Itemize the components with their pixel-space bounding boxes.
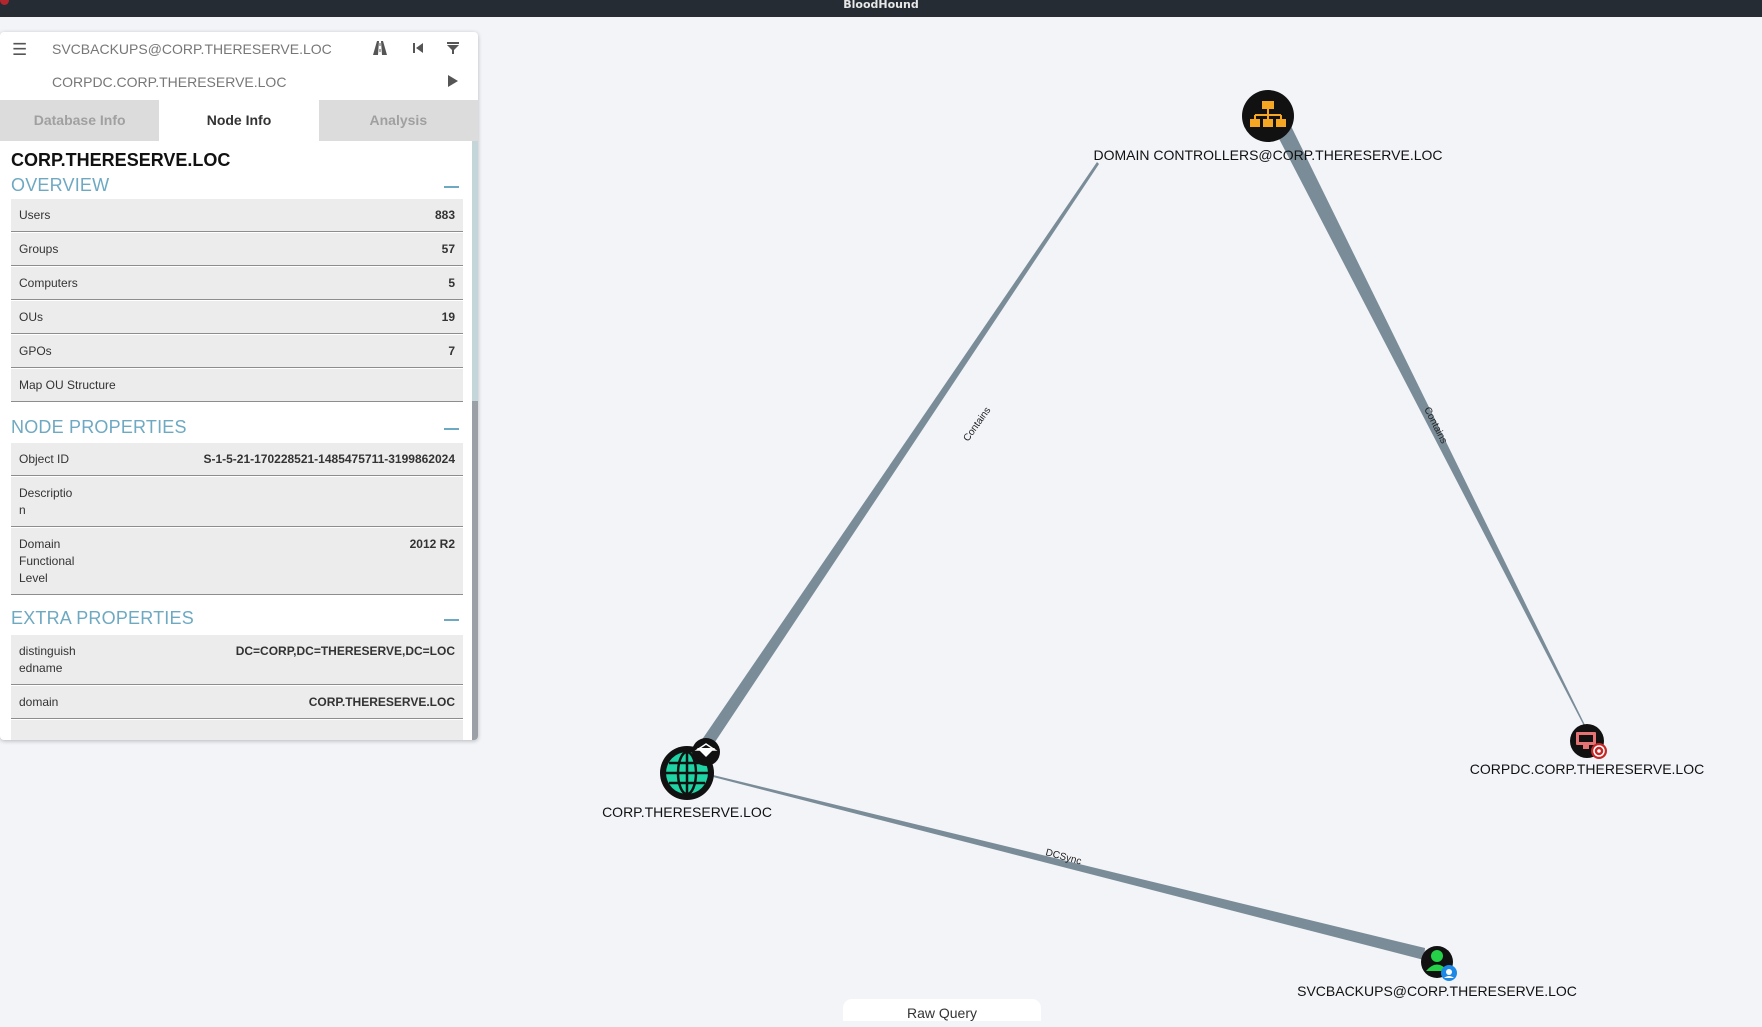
owned-user-badge-icon — [1441, 965, 1457, 981]
overview-row-ous: OUs 19 — [11, 301, 463, 334]
node-info-content[interactable]: CORP.THERESERVE.LOC OVERVIEW Users 883 G… — [0, 141, 472, 740]
extra-properties-collapse-icon[interactable] — [444, 619, 459, 621]
overview-collapse-icon[interactable] — [444, 186, 459, 188]
edge-label-contains-1: Contains — [961, 405, 993, 444]
node-properties-collapse-icon[interactable] — [444, 428, 459, 430]
overview-row-groups: Groups 57 — [11, 233, 463, 266]
back-icon[interactable] — [408, 38, 428, 58]
panel-tabs: Database Info Node Info Analysis — [0, 100, 478, 141]
node-domain[interactable]: CORP.THERESERVE.LOC — [602, 738, 772, 820]
search-and-info-panel: ☰ SVCBACKUPS@CORP.THERESERVE.LOC CORPDC.… — [0, 32, 478, 740]
node-corpdc[interactable]: CORPDC.CORP.THERESERVE.LOC — [1470, 724, 1704, 777]
high-value-target-icon — [1591, 743, 1607, 759]
property-row-more — [11, 720, 463, 740]
tab-database-info[interactable]: Database Info — [0, 100, 160, 141]
overview-heading[interactable]: OVERVIEW — [11, 175, 109, 196]
start-node-input[interactable]: SVCBACKUPS@CORP.THERESERVE.LOC — [52, 41, 332, 57]
owned-badge-icon — [692, 738, 720, 766]
property-row-distinguishedname: distinguish edname DC=CORP,DC=THERESERVE… — [11, 635, 463, 685]
tab-node-info[interactable]: Node Info — [159, 100, 319, 141]
overview-row-gpos: GPOs 7 — [11, 335, 463, 368]
menu-icon[interactable]: ☰ — [12, 40, 27, 60]
property-row-domain: domain CORP.THERESERVE.LOC — [11, 686, 463, 719]
node-label-corpdc: CORPDC.CORP.THERESERVE.LOC — [1470, 761, 1704, 777]
map-ou-structure-button[interactable]: Map OU Structure — [11, 369, 463, 402]
node-label-domain: CORP.THERESERVE.LOC — [602, 804, 772, 820]
edge-svc-dcsync-domain[interactable]: DCSync — [713, 775, 1425, 960]
node-title: CORP.THERESERVE.LOC — [11, 150, 231, 170]
property-row-object-id: Object ID S-1-5-21-170228521-1485475711-… — [11, 443, 463, 476]
raw-query-toggle[interactable]: Raw Query — [843, 999, 1041, 1021]
play-icon[interactable] — [443, 71, 463, 91]
node-domain-controllers[interactable]: DOMAIN CONTROLLERS@CORP.THERESERVE.LOC — [1094, 90, 1443, 163]
start-node-search[interactable]: ☰ SVCBACKUPS@CORP.THERESERVE.LOC — [0, 32, 478, 65]
node-label-svcbackups: SVCBACKUPS@CORP.THERESERVE.LOC — [1297, 983, 1577, 999]
target-node-input[interactable]: CORPDC.CORP.THERESERVE.LOC — [52, 74, 286, 90]
target-node-search[interactable]: CORPDC.CORP.THERESERVE.LOC — [0, 65, 478, 98]
edge-dc-group-contains-corpdc[interactable]: Contains — [1275, 124, 1585, 726]
panel-scrollbar-thumb[interactable] — [472, 141, 478, 401]
extra-properties-heading[interactable]: EXTRA PROPERTIES — [11, 608, 194, 629]
overview-row-computers: Computers 5 — [11, 267, 463, 300]
node-svcbackups[interactable]: SVCBACKUPS@CORP.THERESERVE.LOC — [1297, 946, 1577, 999]
tab-analysis[interactable]: Analysis — [318, 100, 478, 141]
property-row-description: Descriptio n — [11, 477, 463, 527]
property-row-domain-functional-level: Domain Functional Level 2012 R2 — [11, 528, 463, 595]
pathfinding-icon[interactable] — [370, 38, 390, 58]
edge-domain-contains-dc-group[interactable]: Contains — [699, 162, 1099, 751]
node-properties-heading[interactable]: NODE PROPERTIES — [11, 417, 187, 438]
edge-label-contains-2: Contains — [1421, 405, 1449, 445]
overview-row-users: Users 883 — [11, 199, 463, 232]
node-label-domain-controllers: DOMAIN CONTROLLERS@CORP.THERESERVE.LOC — [1094, 147, 1443, 163]
filter-icon[interactable] — [443, 38, 463, 58]
